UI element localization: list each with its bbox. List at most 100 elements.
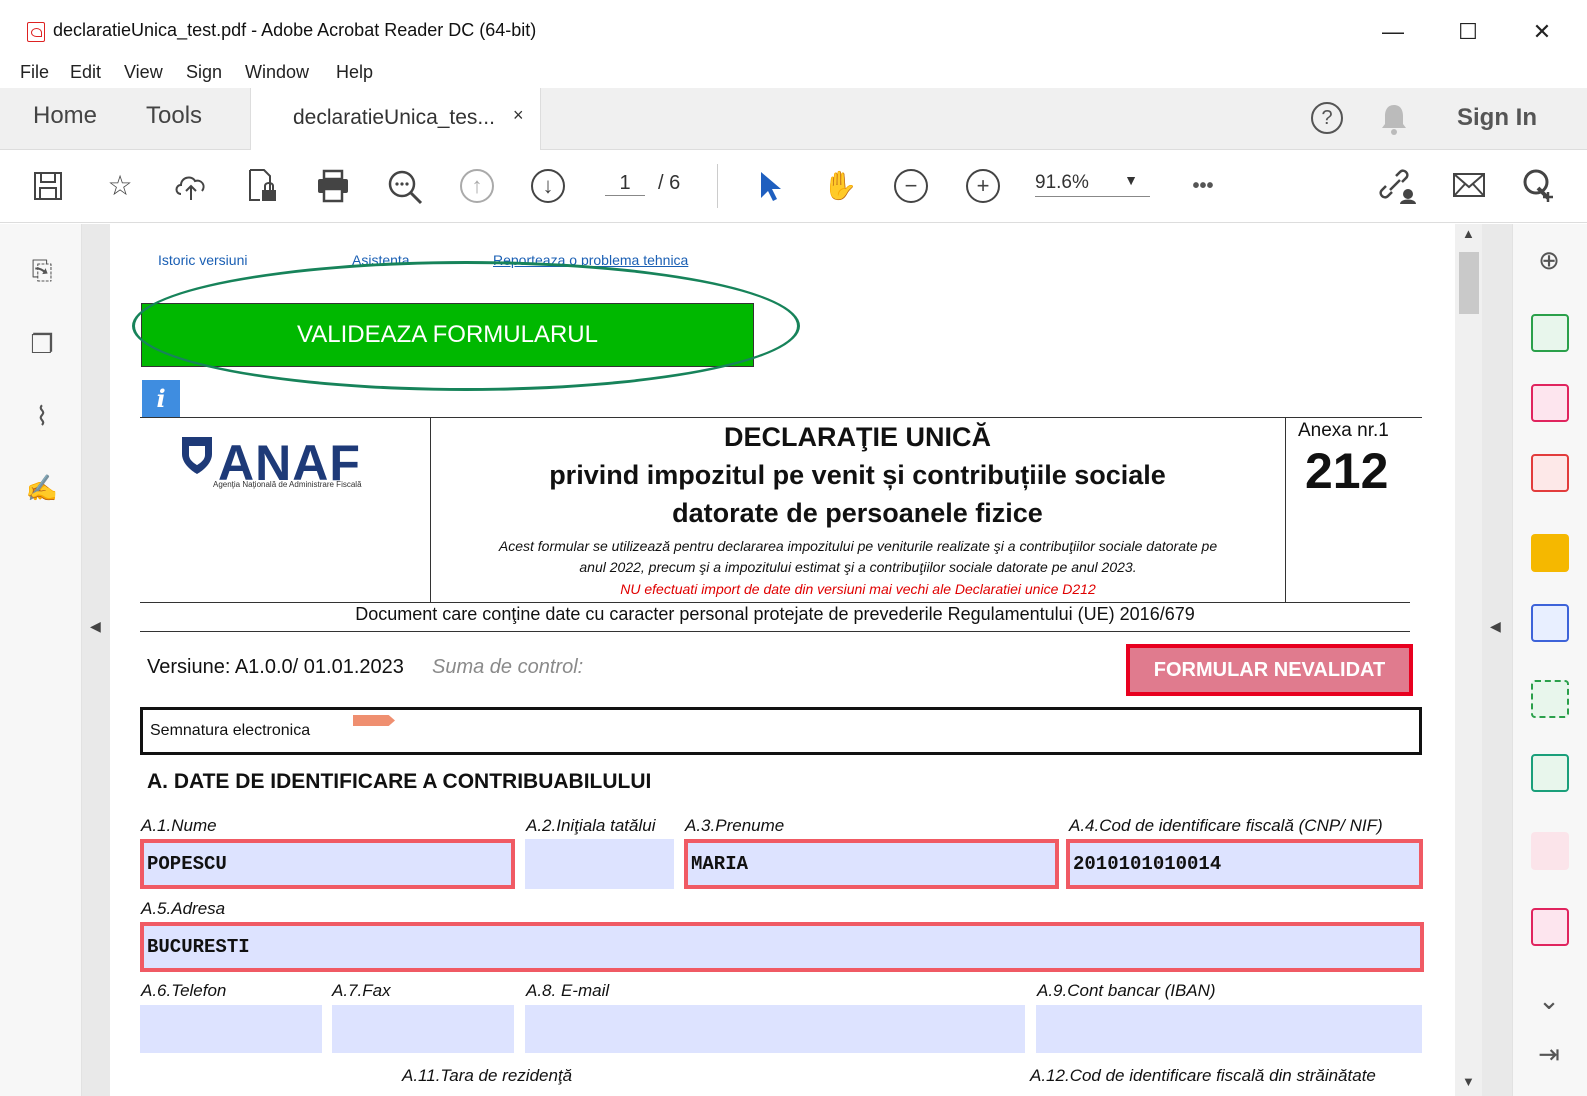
menu-edit[interactable]: Edit	[70, 62, 101, 83]
comment-icon[interactable]	[1531, 534, 1569, 572]
zoom-search-icon[interactable]: ⊕	[1531, 242, 1567, 278]
fax-field[interactable]	[332, 1005, 514, 1053]
a6-label: A.6.Telefon	[141, 981, 227, 1000]
menu-window[interactable]: Window	[245, 62, 309, 83]
signature-flag-icon	[353, 715, 395, 726]
link-version-history[interactable]: Istoric versiuni	[158, 252, 247, 268]
last-name-field[interactable]: POPESCU	[140, 839, 515, 889]
toolbar-divider	[717, 164, 718, 208]
zoom-in-icon[interactable]: +	[966, 169, 1000, 203]
document-subtitle: datorate de persoanele fizice	[672, 498, 1043, 528]
hand-tool-icon[interactable]: ✋	[822, 168, 858, 204]
collapse-left-icon[interactable]: ◀	[90, 618, 101, 635]
a9-label: A.9.Cont bancar (IBAN)	[1037, 981, 1216, 1000]
father-initial-field[interactable]	[525, 839, 674, 889]
toolbar: ☆ ↑ ↓ 1 / 6 ✋ − + 91.6% ▼ •••	[0, 150, 1587, 223]
next-page-icon[interactable]: ↓	[531, 169, 565, 203]
form-version: Versiune: A1.0.0/ 01.01.2023	[147, 656, 404, 678]
annex-label: Anexa nr.1	[1298, 420, 1389, 441]
title-bar: declaratieUnica_test.pdf - Adobe Acrobat…	[0, 0, 1587, 58]
window-title: declaratieUnica_test.pdf - Adobe Acrobat…	[53, 20, 537, 40]
export-pdf-icon[interactable]	[1531, 314, 1569, 352]
bell-icon[interactable]	[1378, 102, 1410, 136]
menu-sign[interactable]: Sign	[186, 62, 222, 83]
header-border	[140, 631, 1410, 632]
right-pane-toggle[interactable]: ◀	[1482, 224, 1512, 1096]
document-subtitle: privind impozitul pe venit și contribuți…	[549, 460, 1166, 490]
close-tab-icon[interactable]: ×	[513, 105, 524, 126]
menu-help[interactable]: Help	[336, 62, 373, 83]
upload-cloud-icon[interactable]	[172, 168, 210, 204]
scroll-down-icon[interactable]: ▼	[1462, 1074, 1475, 1089]
address-field[interactable]: BUCURESTI	[140, 922, 1424, 972]
close-window-button[interactable]: ✕	[1522, 14, 1562, 50]
signature-label: Semnatura electronica	[150, 722, 311, 739]
section-a-title: A. DATE DE IDENTIFICARE A CONTRIBUABILUL…	[147, 770, 652, 793]
help-icon[interactable]: ?	[1311, 102, 1343, 134]
collapse-right-icon[interactable]: ◀	[1490, 618, 1501, 635]
chevron-down-icon[interactable]: ⌄	[1531, 982, 1567, 1018]
tab-home[interactable]: Home	[33, 102, 97, 130]
protect-icon[interactable]	[1531, 908, 1569, 946]
zoom-out-icon[interactable]: −	[894, 169, 928, 203]
previous-page-icon[interactable]: ↑	[460, 169, 494, 203]
vertical-scrollbar[interactable]: ▲ ▼	[1455, 224, 1482, 1096]
compress-pdf-icon[interactable]	[1531, 680, 1569, 718]
protect-file-icon[interactable]	[246, 168, 280, 204]
anaf-logo-subtitle: Agenţia Naţională de Administrare Fiscal…	[213, 480, 362, 489]
sign-in-button[interactable]: Sign In	[1457, 104, 1537, 132]
share-link-icon[interactable]	[1376, 166, 1418, 204]
tax-id-field[interactable]: 2010101010014	[1066, 839, 1423, 889]
fill-sign-icon[interactable]	[1531, 832, 1569, 870]
pdf-file-icon	[27, 22, 45, 42]
select-cursor-icon[interactable]	[758, 170, 782, 202]
more-tools-icon[interactable]: •••	[1185, 168, 1221, 204]
phone-field[interactable]	[140, 1005, 322, 1053]
tab-bar: Home Tools declaratieUnica_tes... × ? Si…	[0, 88, 1587, 150]
email-icon[interactable]	[1452, 172, 1486, 198]
attachment-icon[interactable]: ⌇	[24, 398, 60, 434]
personal-data-note: Document care conţine date cu caracter p…	[355, 604, 1195, 624]
scroll-up-icon[interactable]: ▲	[1462, 226, 1475, 241]
a12-label: A.12.Cod de identificare fiscală din str…	[1030, 1066, 1376, 1085]
form-status-button[interactable]: FORMULAR NEVALIDAT	[1126, 644, 1413, 696]
email-field[interactable]	[525, 1005, 1025, 1053]
info-icon[interactable]: i	[142, 380, 180, 418]
right-tools-pane: ⊕ ⌄ ⇥	[1512, 224, 1587, 1096]
print-icon[interactable]	[315, 168, 351, 204]
create-pdf-icon[interactable]	[1531, 454, 1569, 492]
page-total: / 6	[658, 172, 681, 194]
electronic-signature-field[interactable]: Semnatura electronica	[140, 707, 1422, 755]
tab-document[interactable]: declaratieUnica_tes... ×	[250, 88, 541, 150]
first-name-field[interactable]: MARIA	[684, 839, 1059, 889]
scrollbar-thumb[interactable]	[1459, 252, 1479, 314]
page-thumbnails-icon[interactable]: ⎘	[24, 252, 60, 288]
star-icon[interactable]: ☆	[102, 168, 138, 204]
signature-pen-icon[interactable]: ✍	[24, 470, 60, 506]
maximize-button[interactable]: ☐	[1448, 14, 1488, 50]
a2-label: A.2.Iniţiala tatălui	[526, 816, 656, 835]
left-pane-toggle[interactable]: ◀	[82, 224, 110, 1096]
a1-label: A.1.Nume	[141, 816, 217, 835]
a4-label: A.4.Cod de identificare fiscală (CNP/ NI…	[1069, 816, 1383, 835]
tab-tools[interactable]: Tools	[146, 102, 202, 130]
copy-pages-icon[interactable]: ❐	[24, 326, 60, 362]
menu-view[interactable]: View	[124, 62, 163, 83]
convert-pdf-icon[interactable]	[1531, 754, 1569, 792]
anaf-shield-icon	[182, 437, 212, 474]
account-add-icon[interactable]	[1522, 168, 1556, 204]
combine-files-icon[interactable]	[1531, 604, 1569, 642]
zoom-select[interactable]: 91.6% ▼	[1035, 172, 1150, 197]
organize-pages-icon[interactable]	[1531, 384, 1569, 422]
find-text-icon[interactable]	[386, 168, 424, 206]
page-number-input[interactable]: 1	[605, 172, 645, 196]
menu-file[interactable]: File	[20, 62, 49, 83]
save-icon[interactable]	[32, 170, 64, 202]
annex-number: 212	[1305, 443, 1389, 499]
document-note: Acest formular se utilizează pentru decl…	[498, 538, 1218, 554]
minimize-button[interactable]: —	[1373, 14, 1413, 50]
document-page: Istoric versiuni Asistenta Reporteaza o …	[110, 224, 1455, 1096]
expand-pane-icon[interactable]: ⇥	[1531, 1036, 1567, 1072]
document-note: anul 2022, precum şi a impozitului estim…	[579, 559, 1137, 575]
iban-field[interactable]	[1036, 1005, 1422, 1053]
